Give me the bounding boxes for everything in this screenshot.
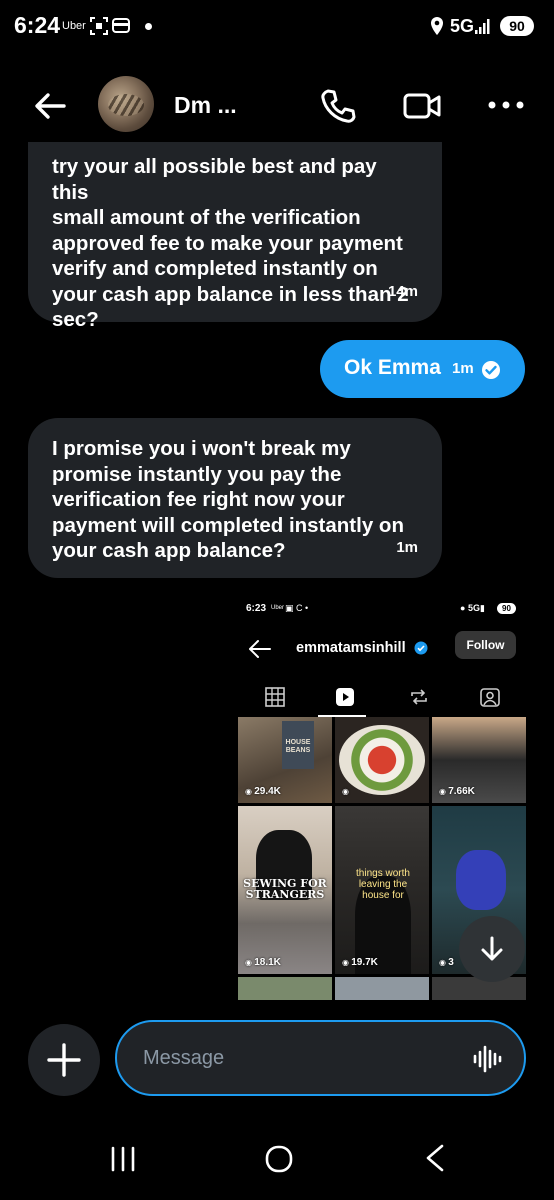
image-status-bar: 6:23 Uber ▣ C • ● 5G▮ 90 xyxy=(238,598,526,622)
message-timestamp: 14m xyxy=(387,282,418,300)
wallet-icon xyxy=(112,18,130,33)
profile-tabs xyxy=(238,678,526,717)
incoming-message[interactable]: I promise you i won't break my promise i… xyxy=(28,418,442,578)
back-arrow-icon xyxy=(249,640,271,658)
status-app-label: Uber xyxy=(62,20,86,32)
image-status-time: 6:23 xyxy=(246,603,267,614)
reel-thumbnail: HOUSE BEANS 29.4K xyxy=(238,717,332,803)
more-options-icon[interactable] xyxy=(486,90,526,120)
recent-apps-icon[interactable] xyxy=(108,1144,138,1174)
view-count: 19.7K xyxy=(342,957,378,968)
message-text: I promise you i won't break my promise i… xyxy=(52,437,404,562)
plus-icon xyxy=(47,1043,81,1077)
view-count xyxy=(342,786,349,797)
tagged-icon xyxy=(480,688,500,707)
video-camera-icon[interactable] xyxy=(402,88,442,124)
grid-icon xyxy=(265,687,285,707)
location-icon xyxy=(431,17,443,35)
view-count: 18.1K xyxy=(245,957,281,968)
phone-icon[interactable] xyxy=(318,86,358,126)
arrow-down-icon xyxy=(481,936,503,961)
view-count: 7.66K xyxy=(439,786,475,797)
message-list[interactable]: try your all possible best and pay this … xyxy=(0,142,554,1012)
reel-caption: things worth leaving the house for xyxy=(356,868,410,901)
scan-icon xyxy=(90,17,108,35)
battery-level: 90 xyxy=(500,16,534,36)
reel-thumbnail xyxy=(335,977,429,1000)
conversation-header: Dm ... xyxy=(0,70,554,142)
incoming-message[interactable]: try your all possible best and pay this … xyxy=(28,142,442,331)
message-timestamp: 1m xyxy=(396,538,418,556)
reel-caption: HOUSE BEANS xyxy=(285,739,311,754)
scroll-to-bottom-button[interactable] xyxy=(459,916,525,982)
status-time: 6:24 xyxy=(14,12,61,38)
view-count: 29.4K xyxy=(245,786,281,797)
image-status-app: Uber xyxy=(271,605,285,611)
system-back-icon[interactable] xyxy=(422,1142,448,1174)
message-input-container[interactable] xyxy=(115,1020,526,1096)
reel-thumbnail xyxy=(238,977,332,1000)
reel-caption: SEWING FOR STRANGERS xyxy=(243,877,327,901)
add-attachment-button[interactable] xyxy=(28,1024,100,1096)
network-type: 5G xyxy=(450,16,475,36)
view-count: 3 xyxy=(439,957,454,968)
reel-thumbnail xyxy=(335,717,429,803)
voice-message-icon[interactable] xyxy=(472,1044,502,1074)
verified-badge-icon xyxy=(414,641,428,655)
message-input[interactable] xyxy=(143,1040,443,1076)
reel-thumbnail: things worth leaving the house for 19.7K xyxy=(335,806,429,974)
signal-icon xyxy=(475,19,490,34)
message-composer xyxy=(0,1020,554,1096)
reels-icon xyxy=(336,688,354,706)
read-check-icon xyxy=(482,361,500,379)
follow-button: Follow xyxy=(455,631,516,659)
outgoing-message[interactable]: Ok Emma 1m xyxy=(320,340,525,398)
message-timestamp: 1m xyxy=(452,360,474,377)
message-text: Ok Emma xyxy=(344,356,441,379)
reel-thumbnail: SEWING FOR STRANGERS 18.1K xyxy=(238,806,332,974)
profile-username: emmatamsinhill xyxy=(296,640,406,656)
home-icon[interactable] xyxy=(264,1144,294,1174)
status-bar: 6:24 Uber 5G 90 xyxy=(0,0,554,56)
message-text: try your all possible best and pay this … xyxy=(52,155,409,331)
back-arrow-icon[interactable] xyxy=(30,86,70,126)
avatar[interactable] xyxy=(98,76,154,132)
notification-dot xyxy=(145,23,152,30)
system-navigation-bar xyxy=(0,1128,554,1188)
reel-thumbnail xyxy=(432,977,526,1000)
reel-thumbnail: 7.66K xyxy=(432,717,526,803)
image-network: ● 5G▮ xyxy=(460,603,485,613)
reposts-icon xyxy=(411,689,427,705)
contact-name[interactable]: Dm ... xyxy=(174,92,237,119)
image-status-icons: ▣ C • xyxy=(285,603,309,613)
image-battery: 90 xyxy=(497,603,516,614)
